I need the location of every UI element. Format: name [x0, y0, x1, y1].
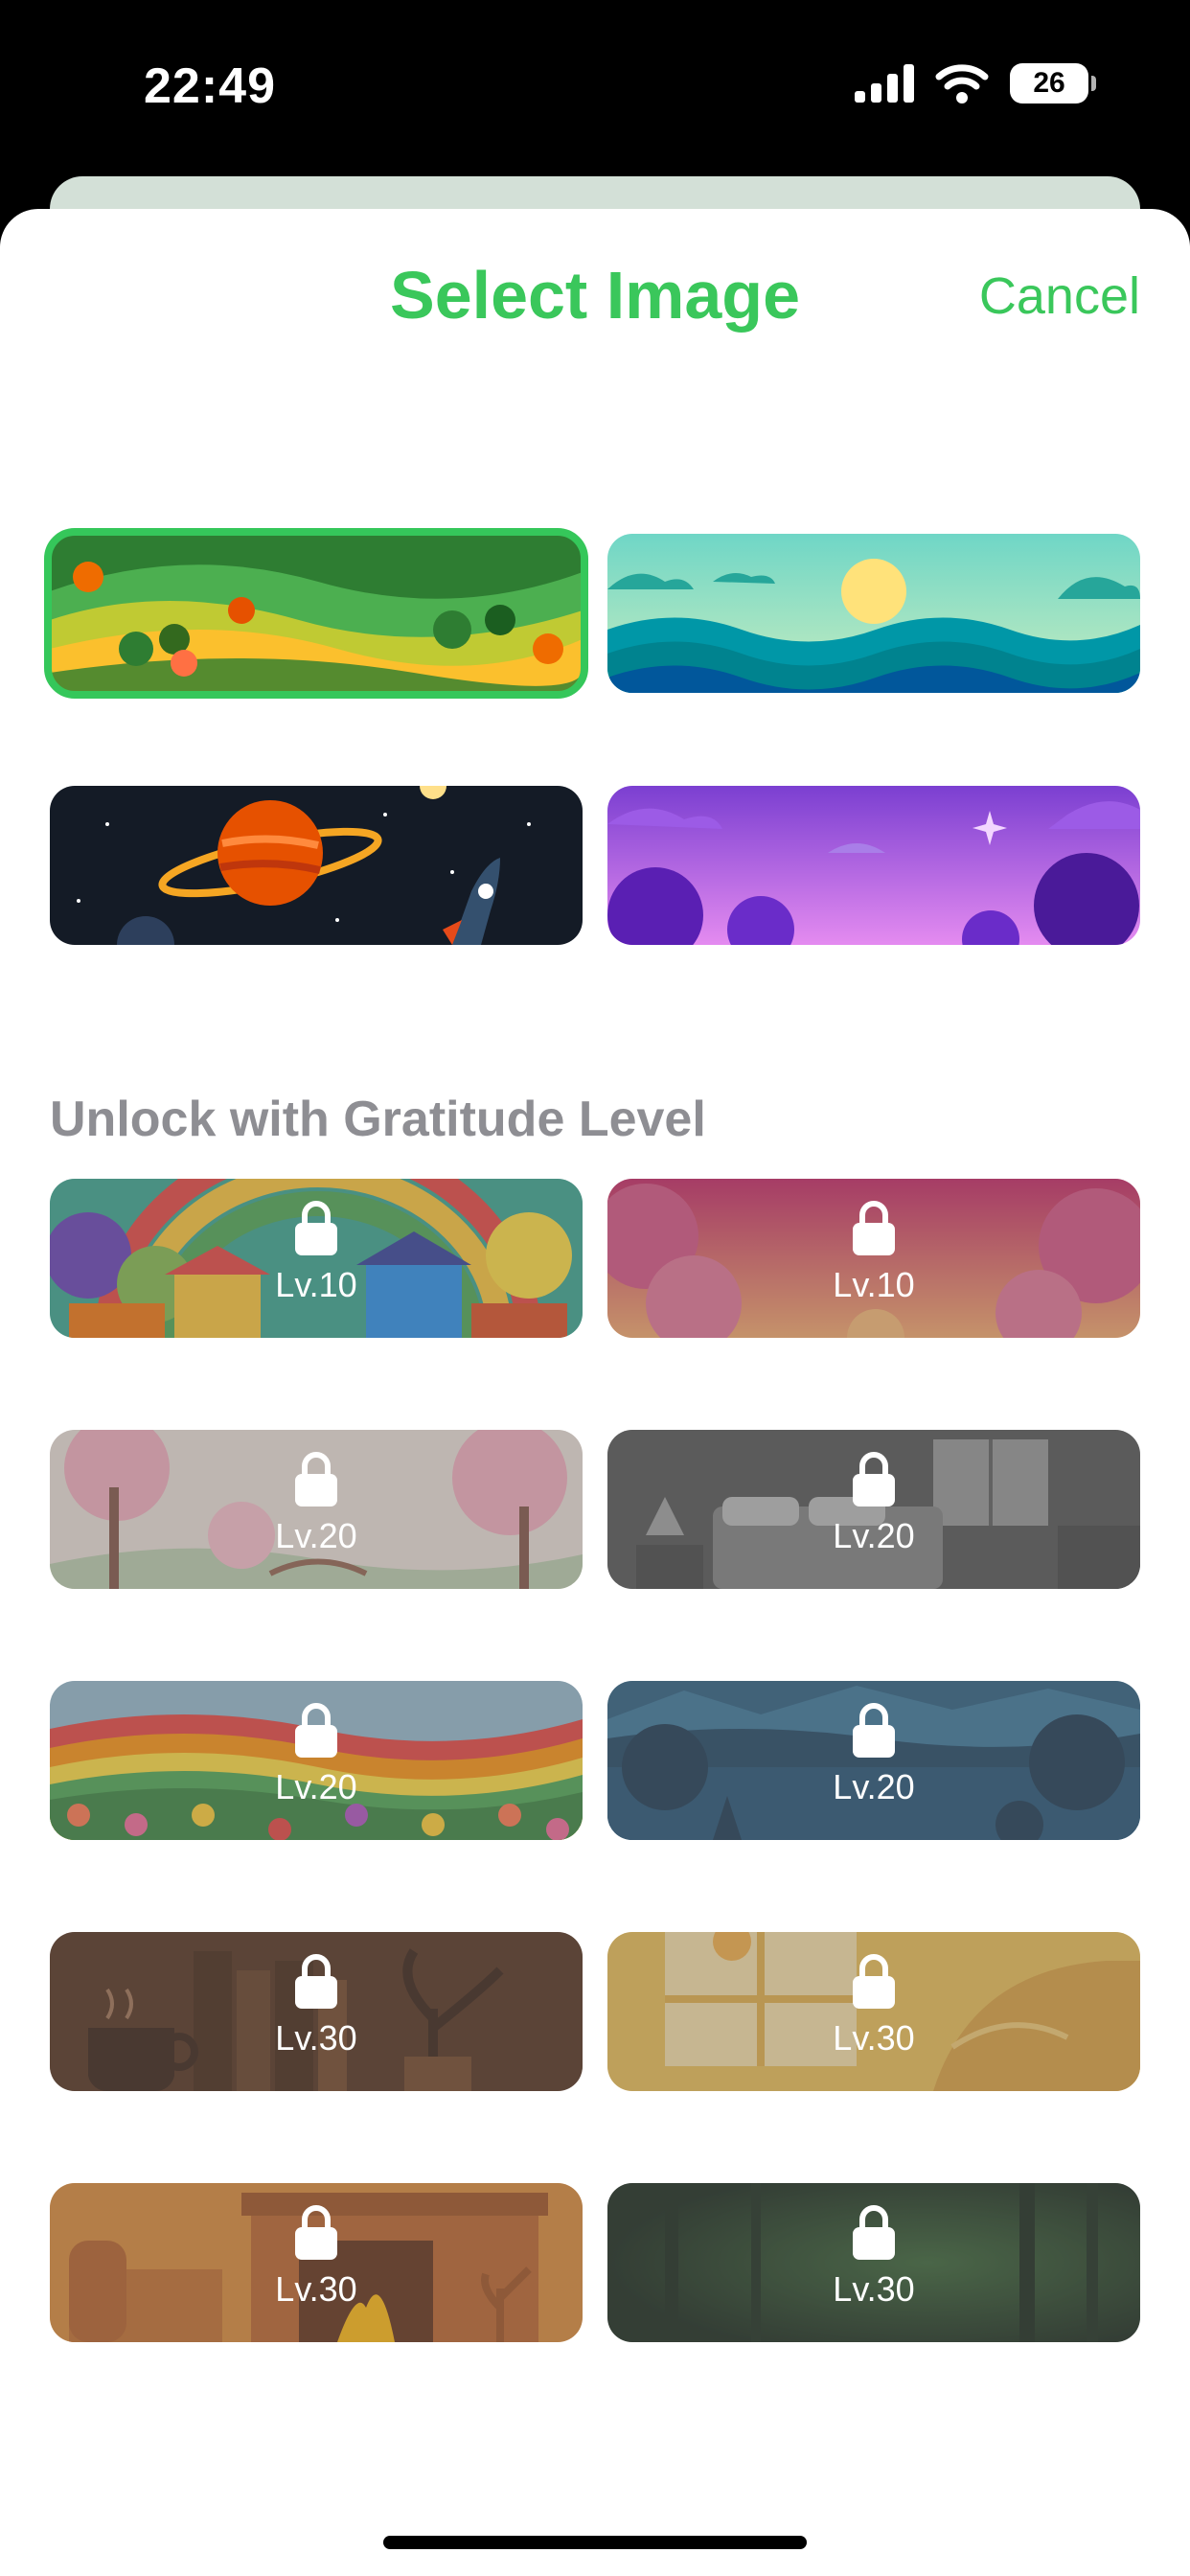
locked-tile-pink-clouds[interactable]: Lv.10: [607, 1179, 1140, 1338]
locked-tile-coffee-books[interactable]: Lv.30: [50, 1932, 583, 2091]
locked-tile-flower-field[interactable]: Lv.20: [50, 1681, 583, 1840]
image-tile-purple-dusk[interactable]: [607, 786, 1140, 945]
lock-icon: [295, 1954, 337, 2009]
locked-tile-bedroom[interactable]: Lv.20: [607, 1430, 1140, 1589]
level-label: Lv.30: [275, 2269, 357, 2309]
lock-icon: [853, 1452, 895, 1506]
locked-tile-dark-forest[interactable]: Lv.30: [607, 2183, 1140, 2342]
wifi-icon: [935, 64, 989, 104]
locked-tile-cherry-blossom[interactable]: Lv.20: [50, 1430, 583, 1589]
image-tile-space-planet[interactable]: [50, 786, 583, 945]
level-label: Lv.10: [275, 1265, 357, 1304]
level-label: Lv.20: [275, 1516, 357, 1555]
locked-tile-sunny-window[interactable]: Lv.30: [607, 1932, 1140, 2091]
level-label: Lv.30: [833, 2018, 915, 2058]
cancel-button[interactable]: Cancel: [979, 266, 1140, 326]
status-bar: 22:49 26: [0, 0, 1190, 172]
lock-icon: [295, 2205, 337, 2260]
locked-tile-rainbow-village[interactable]: Lv.10: [50, 1179, 583, 1338]
status-time: 22:49: [144, 58, 276, 114]
locked-tile-fireplace[interactable]: Lv.30: [50, 2183, 583, 2342]
level-label: Lv.20: [833, 1516, 915, 1555]
level-label: Lv.20: [275, 1767, 357, 1806]
level-label: Lv.10: [833, 1265, 915, 1304]
level-label: Lv.20: [833, 1767, 915, 1806]
level-label: Lv.30: [833, 2269, 915, 2309]
lock-icon: [853, 2205, 895, 2260]
image-tile-ocean-sunset[interactable]: [607, 534, 1140, 693]
lock-icon: [295, 1703, 337, 1758]
image-tile-green-hills[interactable]: [44, 528, 588, 699]
home-indicator[interactable]: [383, 2536, 807, 2549]
status-icons: 26: [855, 63, 1096, 104]
lock-icon: [853, 1703, 895, 1758]
battery-icon: 26: [1010, 63, 1096, 104]
lock-icon: [295, 1452, 337, 1506]
level-label: Lv.30: [275, 2018, 357, 2058]
lock-icon: [295, 1201, 337, 1255]
locked-section-label: Unlock with Gratitude Level: [50, 1092, 706, 1147]
battery-level: 26: [1033, 67, 1065, 99]
locked-tile-night-lake[interactable]: Lv.20: [607, 1681, 1140, 1840]
lock-icon: [853, 1201, 895, 1255]
signal-icon: [855, 64, 914, 103]
lock-icon: [853, 1954, 895, 2009]
